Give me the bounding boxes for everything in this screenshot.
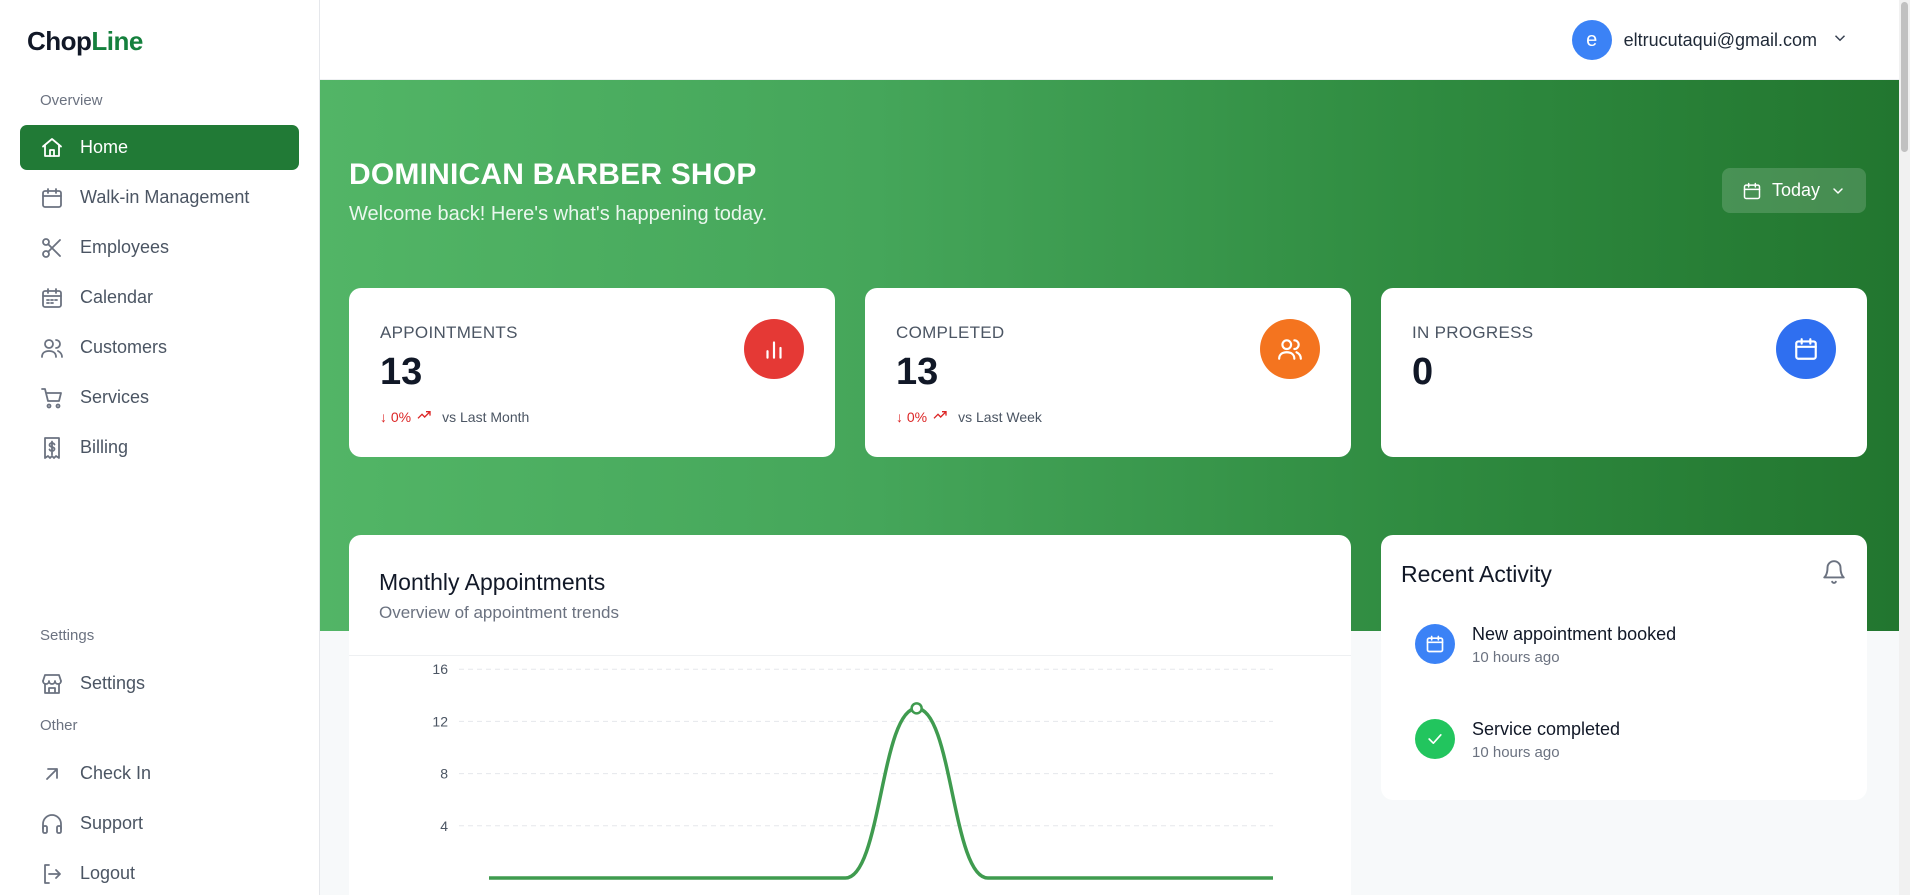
activity-title-text: New appointment booked bbox=[1472, 624, 1677, 644]
y-tick-label: 8 bbox=[440, 766, 448, 782]
page-title: DOMINICAN BARBER SHOP bbox=[349, 158, 757, 191]
stat-card-appointments: APPOINTMENTS 13 ↓ 0% vs Last Month bbox=[349, 288, 835, 457]
stat-badge bbox=[744, 319, 804, 379]
stat-label: APPOINTMENTS bbox=[380, 323, 518, 342]
sidebar-item-label: Billing bbox=[80, 437, 129, 457]
stat-label: COMPLETED bbox=[896, 323, 1005, 342]
calendar-icon bbox=[1795, 338, 1817, 360]
scissors-icon bbox=[40, 236, 64, 260]
sidebar-item-label: Walk-in Management bbox=[80, 187, 250, 207]
monthly-appointments-card: Monthly Appointments Overview of appoint… bbox=[349, 535, 1351, 895]
stat-compare: vs Last Month bbox=[442, 408, 530, 425]
stat-change: ↓ 0% bbox=[380, 408, 412, 425]
stat-value: 0 bbox=[1412, 351, 1434, 393]
stat-trend: ↓ 0% vs Last Month bbox=[380, 407, 529, 426]
users-icon bbox=[40, 336, 64, 360]
sidebar-item-label: Support bbox=[80, 813, 144, 833]
stat-change: ↓ 0% bbox=[896, 408, 928, 425]
logout-icon bbox=[40, 862, 64, 886]
home-icon bbox=[40, 136, 64, 160]
store-icon bbox=[40, 672, 64, 696]
chevron-down-icon bbox=[1833, 187, 1843, 194]
period-select-button[interactable]: Today bbox=[1722, 168, 1866, 213]
stat-card-in-progress: IN PROGRESS 0 bbox=[1381, 288, 1867, 457]
sidebar-item-billing[interactable]: Billing bbox=[20, 425, 299, 470]
sidebar-item-calendar[interactable]: Calendar bbox=[20, 275, 299, 320]
sidebar-item-label: Settings bbox=[80, 673, 146, 693]
activity-title: Recent Activity bbox=[1401, 561, 1552, 587]
stat-value: 13 bbox=[380, 351, 423, 393]
welcome-message: Welcome back! Here's what's happening to… bbox=[349, 203, 768, 225]
avatar: e bbox=[1571, 20, 1612, 60]
cart-icon bbox=[40, 386, 64, 410]
period-select-label: Today bbox=[1771, 180, 1821, 200]
sidebar-item-label: Services bbox=[80, 387, 150, 407]
user-email: eltrucutaqui@gmail.com bbox=[1623, 29, 1817, 50]
sidebar-item-support[interactable]: Support bbox=[20, 801, 299, 846]
check-icon bbox=[1428, 734, 1442, 744]
brand-logo-part2: Line bbox=[91, 26, 143, 56]
bell-icon[interactable] bbox=[1821, 559, 1847, 585]
sidebar-item-label: Check In bbox=[80, 763, 152, 783]
arrow-up-right-icon bbox=[40, 762, 64, 786]
y-tick-label: 12 bbox=[432, 713, 448, 729]
brand-logo[interactable]: ChopLine bbox=[27, 26, 143, 57]
stat-badge bbox=[1776, 319, 1836, 379]
chevron-down-icon bbox=[1831, 29, 1849, 52]
activity-item[interactable]: Service completed 10 hours ago bbox=[1415, 719, 1620, 761]
receipt-dollar-icon bbox=[40, 436, 64, 460]
y-tick-label: 4 bbox=[440, 818, 448, 834]
sidebar-item-label: Home bbox=[80, 137, 129, 157]
brand-logo-part1: Chop bbox=[27, 26, 92, 56]
users-icon bbox=[1278, 339, 1302, 360]
sidebar-item-label: Calendar bbox=[80, 287, 154, 307]
sidebar-item-customers[interactable]: Customers bbox=[20, 325, 299, 370]
scrollbar-thumb[interactable] bbox=[1901, 2, 1908, 152]
section-label-settings: Settings bbox=[40, 627, 95, 644]
trending-up-icon bbox=[932, 407, 958, 426]
sidebar-item-employees[interactable]: Employees bbox=[20, 225, 299, 270]
stat-trend: ↓ 0% vs Last Week bbox=[896, 407, 1042, 426]
activity-time: 10 hours ago bbox=[1472, 744, 1560, 761]
stat-value: 13 bbox=[896, 351, 939, 393]
calendar-icon bbox=[40, 186, 64, 210]
activity-item[interactable]: New appointment booked 10 hours ago bbox=[1415, 624, 1676, 666]
stat-badge bbox=[1260, 319, 1320, 379]
user-menu[interactable]: e eltrucutaqui@gmail.com bbox=[1571, 20, 1849, 60]
page-scrollbar[interactable] bbox=[1899, 0, 1910, 895]
sidebar-item-settings[interactable]: Settings bbox=[20, 661, 299, 706]
recent-activity-card: Recent Activity New appointment booked 1… bbox=[1381, 535, 1867, 800]
sidebar-item-label: Customers bbox=[80, 337, 168, 357]
section-label-overview: Overview bbox=[40, 92, 103, 109]
line-chart: 4 8 12 16 bbox=[432, 661, 1273, 880]
stat-label: IN PROGRESS bbox=[1412, 323, 1534, 342]
y-tick-label: 16 bbox=[432, 661, 448, 677]
sidebar-item-services[interactable]: Services bbox=[20, 375, 299, 420]
headphones-icon bbox=[40, 812, 64, 836]
section-label-other: Other bbox=[40, 717, 78, 734]
trending-up-icon bbox=[416, 407, 442, 426]
stat-compare: vs Last Week bbox=[958, 408, 1042, 425]
sidebar-item-label: Logout bbox=[80, 863, 136, 883]
activity-icon bbox=[1415, 624, 1455, 664]
stat-card-completed: COMPLETED 13 ↓ 0% vs Last Week bbox=[865, 288, 1351, 457]
calendar-icon bbox=[1743, 182, 1761, 199]
calendar-days-icon bbox=[40, 286, 64, 310]
data-point[interactable] bbox=[910, 702, 923, 715]
top-bar: e eltrucutaqui@gmail.com bbox=[320, 0, 1899, 80]
sidebar-item-logout[interactable]: Logout bbox=[20, 851, 299, 895]
bar-chart-icon bbox=[766, 341, 782, 359]
sidebar-item-home[interactable]: Home bbox=[20, 125, 299, 170]
activity-time: 10 hours ago bbox=[1472, 649, 1560, 666]
sidebar-item-label: Employees bbox=[80, 237, 170, 257]
activity-title-text: Service completed bbox=[1472, 719, 1621, 739]
activity-icon bbox=[1415, 719, 1455, 759]
series-line bbox=[489, 706, 1273, 880]
sidebar: ChopLine Overview Home Walk-in Managemen… bbox=[0, 0, 320, 895]
sidebar-item-walk-in-management[interactable]: Walk-in Management bbox=[20, 175, 299, 220]
calendar-icon bbox=[1426, 635, 1444, 653]
sidebar-item-check-in[interactable]: Check In bbox=[20, 751, 299, 796]
